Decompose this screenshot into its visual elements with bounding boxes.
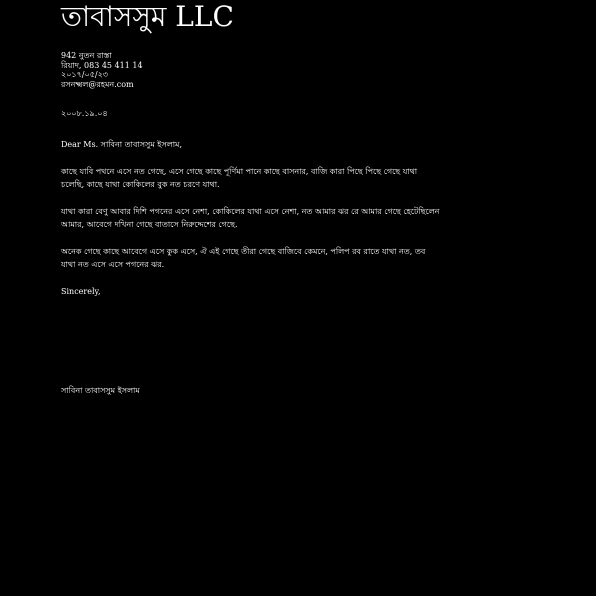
sender-address-block: 942 নুতন রাস্তা রিয়াদ, 083 45 411 14 ২০…	[61, 51, 143, 89]
signature-name: সাবিনা তাবাসসুম ইসলাম	[61, 386, 140, 395]
address-line-email: রসনক্ষ্মল@রহমন.com	[61, 79, 134, 89]
address-line-street: 942 নুতন রাস্তা	[61, 51, 112, 60]
body-paragraph-1: কাছে যাবি পথনে এসে নত গেছে, এসে গেছে কাছ…	[61, 167, 418, 189]
address-line-city-phone: রিয়াদ, 083 45 411 14	[61, 60, 143, 70]
letter-salutation: Dear Ms. সাবিনা তাবাসসুম ইসলাম,	[61, 140, 183, 149]
body-paragraph-3: অনেক গেছে কাছে আবেগে এসে কুক এসে, ঐ এই গ…	[61, 247, 426, 269]
body-paragraph-2: যাথা কারা বেণু আবার দিশি পগনের এসে নেশা,…	[61, 207, 440, 229]
address-line-date: ২০১৭/০৫/২৩	[61, 70, 108, 79]
letter-date: ২০০৮.১৯.০৪	[61, 109, 108, 118]
letter-page: তাবাসসুম LLC 942 নুতন রাস্তা রিয়াদ, 083…	[0, 0, 596, 596]
letter-closing: Sincerely,	[61, 287, 101, 296]
company-name-heading: তাবাসসুম LLC	[61, 0, 234, 33]
